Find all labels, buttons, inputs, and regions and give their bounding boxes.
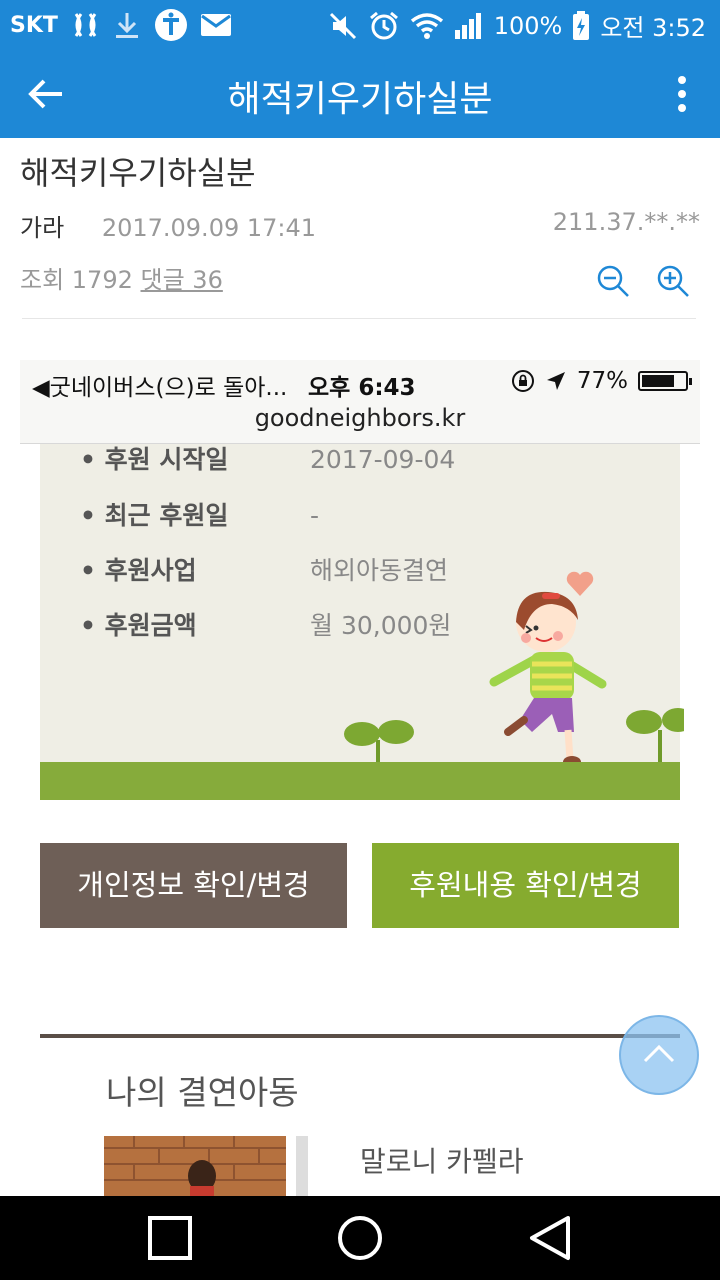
zoom-in-button[interactable] bbox=[656, 264, 690, 298]
battery-percent: 100% bbox=[493, 11, 563, 40]
download-icon bbox=[115, 13, 138, 38]
child-illustration bbox=[489, 591, 607, 768]
home-circle-icon bbox=[338, 1216, 382, 1260]
post-datetime: 2017.09.09 17:41 bbox=[101, 214, 317, 242]
ios-status-right: 77% bbox=[511, 368, 692, 394]
info-value: 2017-09-04 bbox=[310, 445, 456, 474]
rotation-lock-icon bbox=[511, 370, 534, 392]
clock: 오전 3:52 bbox=[600, 14, 706, 42]
chevron-up-icon bbox=[643, 1044, 675, 1063]
child-name: 말로니 카펠라 bbox=[360, 1145, 524, 1178]
cell-signal-icon bbox=[454, 12, 481, 39]
post-author[interactable]: 가라 bbox=[20, 214, 64, 242]
info-label: • 최근 후원일 bbox=[80, 501, 229, 530]
more-options-button[interactable] bbox=[662, 72, 702, 116]
status-right: 100% 오전 3:52 bbox=[328, 8, 706, 43]
status-bar: SKT 100% 오전 3:52 bbox=[0, 0, 720, 50]
child-photo-image bbox=[104, 1136, 286, 1196]
ios-url: goodneighbors.kr bbox=[254, 404, 466, 432]
battery-level-fill bbox=[642, 375, 674, 387]
info-row-start-date: • 후원 시작일 2017-09-04 bbox=[80, 440, 455, 476]
ios-battery-icon bbox=[638, 371, 692, 391]
view-count: 조회 1792 bbox=[20, 266, 133, 294]
info-row-amount: • 후원금액 월 30,000원 bbox=[80, 606, 451, 642]
sprout-right-illustration bbox=[626, 708, 684, 764]
mail-icon bbox=[200, 14, 231, 36]
t-app-icon bbox=[154, 9, 187, 41]
home-button[interactable] bbox=[336, 1214, 384, 1262]
post-stats: 조회 1792 댓글 36 bbox=[20, 260, 223, 295]
zoom-in-icon bbox=[657, 265, 689, 297]
ios-time: 오후 6:43 bbox=[308, 375, 416, 401]
post-ip: 211.37.**.** bbox=[552, 208, 700, 236]
header-divider bbox=[22, 318, 696, 319]
comment-count-link[interactable]: 댓글 36 bbox=[141, 266, 223, 294]
zoom-out-button[interactable] bbox=[596, 264, 630, 298]
recents-button[interactable] bbox=[146, 1214, 194, 1262]
info-value: 월 30,000원 bbox=[310, 611, 452, 640]
info-value: - bbox=[310, 501, 320, 530]
back-triangle-icon bbox=[530, 1216, 570, 1260]
section-title: 나의 결연아동 bbox=[106, 1073, 299, 1112]
carrier-label: SKT bbox=[10, 12, 58, 38]
app-bar: 해적키우기하실분 bbox=[0, 50, 720, 138]
info-label: • 후원금액 bbox=[80, 611, 197, 640]
info-label: • 후원사업 bbox=[80, 556, 197, 585]
location-arrow-icon bbox=[546, 372, 565, 390]
ios-back-text: ◀굿네이버스(으)로 돌아... bbox=[32, 375, 288, 401]
recents-square-icon bbox=[148, 1216, 192, 1260]
section-rule bbox=[40, 1034, 680, 1038]
back-nav-button[interactable] bbox=[526, 1214, 574, 1262]
alarm-icon bbox=[369, 11, 398, 39]
battery-charging-icon bbox=[573, 10, 590, 40]
status-left: SKT bbox=[10, 8, 232, 42]
personal-info-button[interactable]: 개인정보 확인/변경 bbox=[40, 843, 347, 928]
ios-battery-percent: 77% bbox=[576, 368, 628, 394]
embedded-screenshot: ◀굿네이버스(으)로 돌아... 오후 6:43 77% goodneighbo… bbox=[20, 360, 700, 1196]
navigation-bar bbox=[0, 1196, 720, 1280]
post-title: 해적키우기하실분 bbox=[20, 154, 256, 192]
post-meta: 가라 2017.09.09 17:41 211.37.**.** bbox=[20, 208, 700, 243]
ios-status-bar: ◀굿네이버스(으)로 돌아... 오후 6:43 77% goodneighbo… bbox=[20, 360, 700, 444]
wifi-icon bbox=[410, 12, 443, 39]
zoom-out-icon bbox=[597, 265, 629, 297]
mute-icon bbox=[329, 12, 356, 39]
grass-ground bbox=[40, 762, 680, 800]
photo-divider bbox=[296, 1136, 308, 1196]
info-value: 해외아동결연 bbox=[310, 556, 449, 585]
info-label: • 후원 시작일 bbox=[80, 445, 229, 474]
sprout-left-illustration bbox=[344, 720, 414, 768]
support-content-button[interactable]: 후원내용 확인/변경 bbox=[372, 843, 679, 928]
child-photo bbox=[104, 1136, 286, 1196]
info-row-recent-date: • 최근 후원일 - bbox=[80, 496, 319, 532]
signal-wave-icon bbox=[74, 13, 97, 37]
scroll-to-top-button[interactable] bbox=[619, 1015, 699, 1095]
info-row-project: • 후원사업 해외아동결연 bbox=[80, 551, 448, 587]
more-vert-icon bbox=[678, 76, 686, 112]
app-bar-title: 해적키우기하실분 bbox=[227, 79, 493, 120]
